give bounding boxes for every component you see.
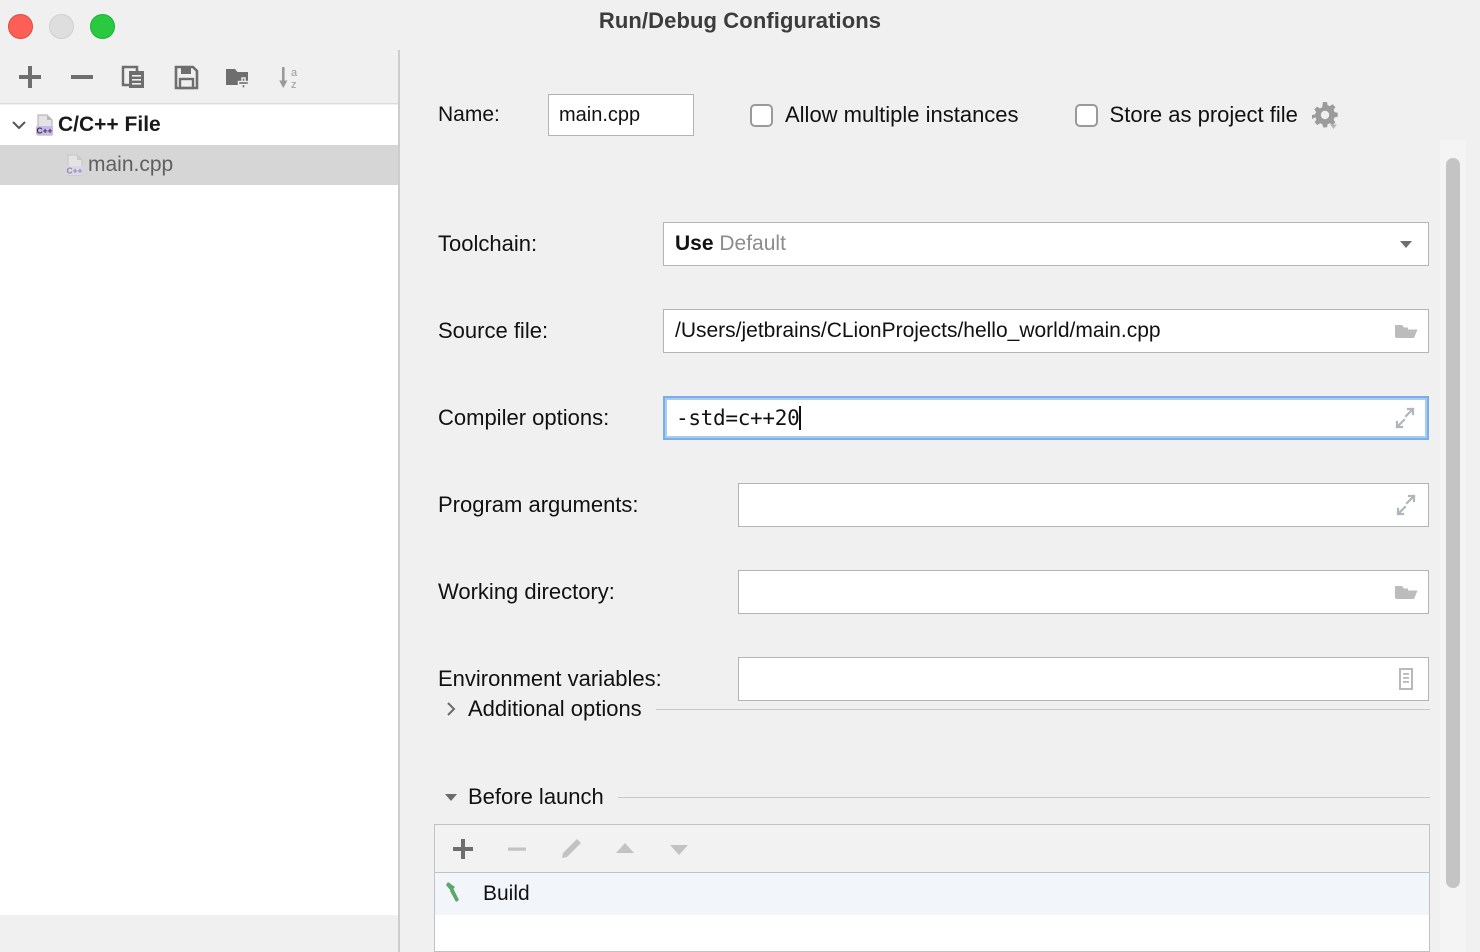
compiler-options-value: -std=c++20: [676, 406, 800, 430]
program-arguments-row: Program arguments:: [438, 476, 1438, 534]
compiler-options-label: Compiler options:: [438, 405, 610, 430]
source-file-input[interactable]: /Users/jetbrains/CLionProjects/hello_wor…: [663, 309, 1429, 353]
working-directory-label: Working directory:: [438, 579, 615, 604]
before-launch-task-row[interactable]: Build: [435, 873, 1429, 915]
program-arguments-input[interactable]: [738, 483, 1429, 527]
toolchain-row: Toolchain: Use Default: [438, 215, 1438, 273]
move-to-folder-button[interactable]: [212, 52, 264, 102]
source-file-label: Source file:: [438, 318, 549, 343]
tree-item-label: C/C++ File: [58, 113, 161, 136]
additional-options-section[interactable]: Additional options: [438, 696, 1430, 722]
cpp-file-icon: C++: [32, 112, 58, 138]
svg-text:a: a: [291, 67, 298, 79]
tree-item-label: main.cpp: [88, 153, 174, 176]
working-directory-input[interactable]: [738, 570, 1429, 614]
text-cursor: [799, 406, 801, 430]
tree-item-cpp-file-group[interactable]: C++ C/C++ File: [0, 105, 398, 145]
cpp-file-icon: C++: [62, 152, 88, 178]
remove-configuration-button[interactable]: [56, 52, 108, 102]
main-scrollbar[interactable]: [1440, 140, 1466, 952]
toolchain-default: Default: [719, 232, 786, 255]
allow-multiple-instances-label: Allow multiple instances: [785, 102, 1019, 127]
section-divider: [655, 708, 1430, 710]
move-task-down-button: [663, 833, 695, 865]
before-launch-section[interactable]: Before launch: [438, 784, 1430, 810]
tree-item-main-cpp[interactable]: C++ main.cpp: [0, 145, 398, 185]
source-file-value: /Users/jetbrains/CLionProjects/hello_wor…: [675, 319, 1161, 342]
copy-configuration-button[interactable]: [108, 52, 160, 102]
add-configuration-button[interactable]: [4, 52, 56, 102]
scrollbar-thumb[interactable]: [1446, 158, 1460, 888]
remove-task-button: [501, 833, 533, 865]
before-launch-task-label: Build: [483, 882, 530, 905]
sort-configurations-button[interactable]: a z: [264, 52, 316, 102]
program-arguments-label: Program arguments:: [438, 492, 639, 517]
window-title: Run/Debug Configurations: [598, 8, 882, 33]
source-file-row: Source file: /Users/jetbrains/CLionProje…: [438, 302, 1438, 360]
svg-text:z: z: [291, 79, 297, 91]
additional-options-title: Additional options: [468, 696, 642, 721]
chevron-down-icon[interactable]: [1384, 234, 1428, 254]
toolchain-value: Use: [675, 232, 714, 255]
expand-icon[interactable]: [1384, 492, 1428, 518]
toolchain-label: Toolchain:: [438, 231, 538, 256]
list-icon[interactable]: [1384, 666, 1428, 692]
allow-multiple-instances-checkbox[interactable]: Allow multiple instances: [750, 102, 1019, 128]
configuration-form: Toolchain: Use Default Source file: /Use…: [438, 215, 1438, 737]
save-configuration-button[interactable]: [160, 52, 212, 102]
expand-icon[interactable]: [1383, 405, 1427, 431]
name-input-value: main.cpp: [559, 103, 641, 126]
gear-dropdown-icon[interactable]: [1310, 100, 1340, 130]
environment-variables-input[interactable]: [738, 657, 1429, 701]
before-launch-toolbar: [435, 825, 1429, 873]
working-directory-row: Working directory:: [438, 563, 1438, 621]
configurations-sidebar: a z C++ C/C++ File C++ main.cpp: [0, 50, 398, 952]
move-task-up-button: [609, 833, 641, 865]
checkbox-box[interactable]: [750, 103, 773, 127]
checkbox-box[interactable]: [1074, 103, 1098, 127]
svg-text:C++: C++: [36, 126, 52, 136]
before-launch-title: Before launch: [468, 784, 604, 809]
chevron-down-icon[interactable]: [438, 788, 464, 806]
chevron-right-icon[interactable]: [438, 700, 464, 718]
folder-icon[interactable]: [1384, 318, 1428, 344]
environment-variables-label: Environment variables:: [438, 666, 662, 691]
chevron-down-icon[interactable]: [6, 115, 32, 135]
store-as-project-file-checkbox[interactable]: Store as project file: [1074, 102, 1298, 128]
store-as-project-file-label: Store as project file: [1109, 102, 1298, 127]
folder-icon[interactable]: [1384, 579, 1428, 605]
name-label: Name:: [438, 103, 500, 126]
configuration-editor-panel: Name: main.cpp Allow multiple instances …: [400, 50, 1480, 952]
configurations-tree[interactable]: C++ C/C++ File C++ main.cpp: [0, 105, 398, 915]
before-launch-panel: Build: [434, 824, 1430, 952]
sidebar-toolbar: a z: [0, 50, 398, 104]
edit-task-button: [555, 833, 587, 865]
hammer-icon: [443, 878, 471, 911]
section-divider: [617, 796, 1430, 798]
compiler-options-row: Compiler options: -std=c++20: [438, 389, 1438, 447]
toolchain-select[interactable]: Use Default: [663, 222, 1429, 266]
add-task-button[interactable]: [447, 833, 479, 865]
name-row: Name: main.cpp Allow multiple instances …: [438, 94, 1340, 136]
svg-text:C++: C++: [66, 166, 82, 176]
name-input[interactable]: main.cpp: [548, 94, 694, 136]
compiler-options-input[interactable]: -std=c++20: [663, 396, 1429, 440]
